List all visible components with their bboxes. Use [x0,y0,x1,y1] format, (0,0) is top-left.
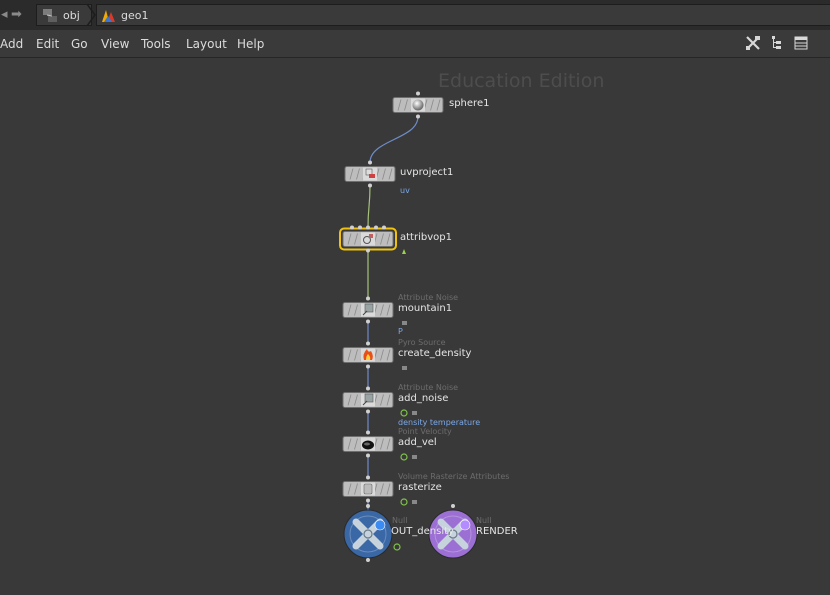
vop-flag-icon [402,249,406,254]
node-attr-uvproject1: uv [400,186,410,195]
wire-uvproject1-attribvop1[interactable] [367,185,371,228]
output-connector[interactable] [366,409,370,414]
node-name-create_density[interactable]: create_density [398,348,471,360]
output-connector[interactable] [366,364,370,369]
node-name-rasterize[interactable]: rasterize [398,482,442,494]
output-connector[interactable] [366,558,370,562]
input-connector[interactable] [374,225,378,230]
input-connector[interactable] [366,225,370,230]
node-type-out_density: Null [392,516,408,525]
bypass-flag-icon [400,409,408,417]
node-name-mountain1[interactable]: mountain1 [398,303,452,315]
node-name-sphere1[interactable]: sphere1 [449,98,489,110]
obj-network-icon [43,9,57,22]
output-connector[interactable] [366,498,370,503]
noise-icon [364,393,374,403]
node-type-add_vel: Point Velocity [398,427,452,436]
menu-add[interactable]: Add [0,37,23,51]
node-name-uvproject1[interactable]: uvproject1 [400,167,453,179]
bypass-flag-icon [400,453,408,461]
geo-icon [102,10,115,22]
menu-layout[interactable]: Layout [186,37,227,51]
node-name-attribvop1[interactable]: attribvop1 [400,232,452,244]
breadcrumb-separator-icon [86,4,96,26]
crumb-obj[interactable]: obj [36,4,92,26]
input-connector[interactable] [366,341,370,346]
sphere-icon [412,99,424,111]
input-connector[interactable] [358,225,362,230]
input-connector[interactable] [382,225,386,230]
node-attr-mountain1: P [398,327,403,336]
menu-bar: Add Edit Go View Tools Layout Help [0,30,830,58]
menu-tools[interactable]: Tools [141,37,171,51]
input-connector[interactable] [368,160,372,165]
node-name-render[interactable]: RENDER [476,526,518,538]
node-type-create_density: Pyro Source [398,338,446,347]
node-name-out_density[interactable]: OUT_density [391,526,454,538]
bypass-flag-icon [400,498,408,506]
list-view-icon[interactable] [794,35,808,51]
crumb-geo1[interactable]: geo1 [96,4,830,26]
lock-icon [412,455,417,459]
output-connector[interactable] [416,114,420,119]
rasterize-icon [363,483,373,495]
path-bar: ◂ ➡ obj geo1 [0,0,830,31]
node-uvproject1[interactable] [344,160,396,188]
noise-icon [364,303,374,313]
output-connector[interactable] [366,248,370,253]
bypass-flag-icon [393,543,401,551]
input-connector[interactable] [416,91,420,96]
input-connector[interactable] [366,475,370,480]
display-flag-icon[interactable] [374,519,386,531]
node-name-add_vel[interactable]: add_vel [398,437,437,449]
lock-icon [412,411,417,415]
input-connector[interactable] [366,430,370,435]
menu-go[interactable]: Go [71,37,88,51]
input-connector[interactable] [451,504,455,508]
node-type-rasterize: Volume Rasterize Attributes [398,472,510,481]
menu-help[interactable]: Help [237,37,264,51]
node-attribvop1[interactable] [339,225,406,255]
render-flag-icon[interactable] [459,519,471,531]
tools-icon[interactable] [745,35,761,51]
node-type-render: Null [476,516,492,525]
lock-icon [412,500,417,504]
node-sphere1[interactable] [392,91,444,119]
output-connector[interactable] [368,183,372,188]
wire-sphere1-uvproject1[interactable] [369,116,419,163]
input-connector[interactable] [366,504,370,508]
output-connector[interactable] [366,453,370,458]
node-type-mountain1: Attribute Noise [398,293,459,302]
forward-arrow-icon[interactable]: ➡ [11,7,22,23]
back-arrow-icon[interactable]: ◂ [1,7,8,23]
crumb-obj-label: obj [63,9,80,22]
input-connector[interactable] [350,225,354,230]
menu-edit[interactable]: Edit [36,37,59,51]
network-graph[interactable] [0,58,830,595]
network-editor[interactable]: Education Edition sphere1 uvproject1 uv … [0,58,830,595]
input-connector[interactable] [366,386,370,391]
lock-icon [402,321,407,325]
output-connector[interactable] [366,319,370,324]
menu-view[interactable]: View [101,37,129,51]
node-type-add_noise: Attribute Noise [398,383,459,392]
input-connector[interactable] [366,296,370,301]
node-name-add_noise[interactable]: add_noise [398,393,448,405]
lock-icon [402,366,407,370]
crumb-geo1-label: geo1 [121,9,149,22]
tree-view-icon[interactable] [770,35,784,51]
